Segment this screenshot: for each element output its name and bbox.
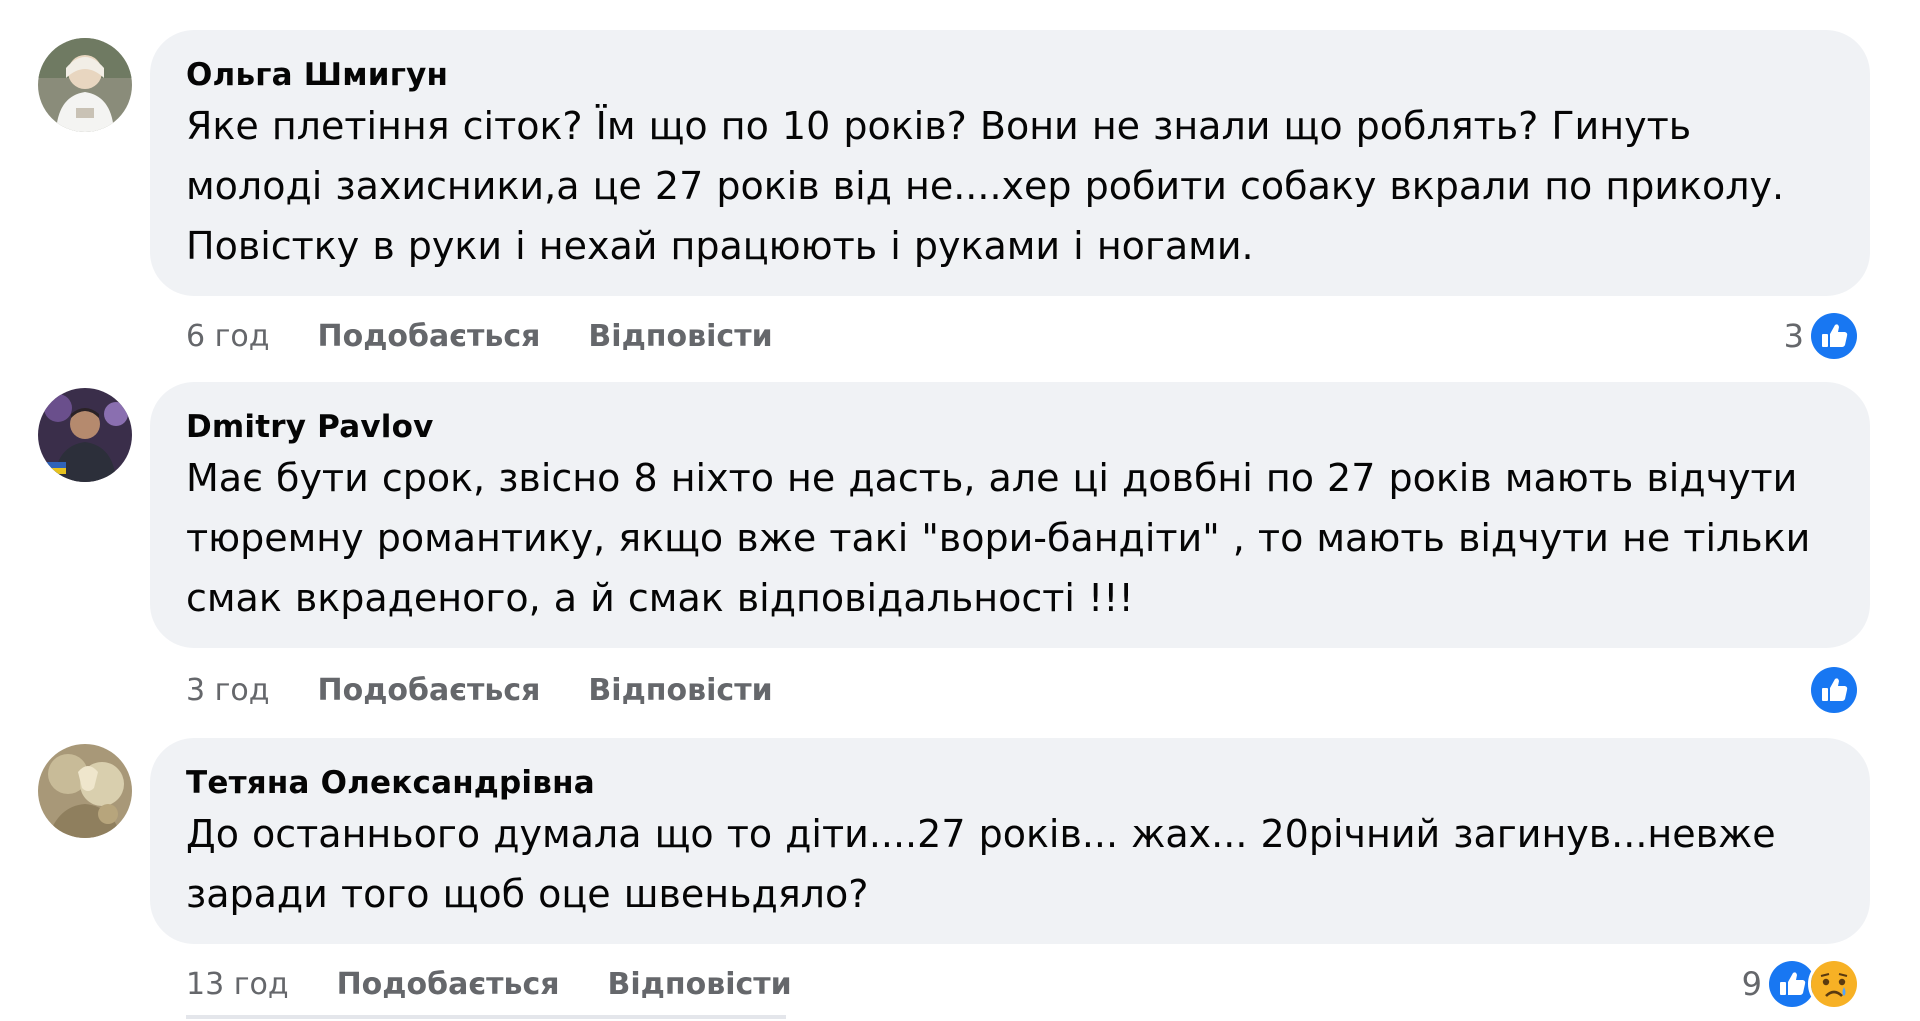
comment-timestamp[interactable]: 13 год xyxy=(186,967,289,1002)
comment-bubble: Ольга Шмигун Яке плетіння сіток? Їм що п… xyxy=(150,30,1870,296)
comment-text-line: Яке плетіння сіток? Їм що по 10 років? В… xyxy=(186,104,1692,148)
comment-actions: 6 год Подобається Відповісти xyxy=(186,314,821,358)
avatar[interactable] xyxy=(38,38,132,132)
comment-thread: Ольга Шмигун Яке плетіння сіток? Їм що п… xyxy=(0,0,1920,1021)
comment-author[interactable]: Dmitry Pavlov xyxy=(186,408,1834,446)
comment-actions: 13 год Подобається Відповісти xyxy=(186,962,840,1006)
comment-text-line: тюремну романтику, якщо вже такі "вори-б… xyxy=(186,516,1811,560)
comment-text-line: заради того щоб оце швеньдяло? xyxy=(186,872,869,916)
comment-actions: 3 год Подобається Відповісти xyxy=(186,668,821,712)
comment-text-line: До останнього думала що то діти....27 ро… xyxy=(186,812,1776,856)
comment-timestamp[interactable]: 3 год xyxy=(186,673,269,708)
reply-button[interactable]: Відповісти xyxy=(588,319,772,354)
comment-text-line: Має бути срок, звісно 8 ніхто не дасть, … xyxy=(186,456,1798,500)
comment-text-line: Повістку в руки і нехай працюють і рукам… xyxy=(186,224,1254,268)
comment-author[interactable]: Тетяна Олександрівна xyxy=(186,764,1834,802)
reaction-count: 3 xyxy=(1783,317,1804,355)
comment-text: До останнього думала що то діти....27 ро… xyxy=(186,804,1834,924)
sad-icon xyxy=(1808,958,1860,1010)
comment-text: Має бути срок, звісно 8 ніхто не дасть, … xyxy=(186,448,1834,628)
comment-timestamp[interactable]: 6 год xyxy=(186,319,269,354)
like-button[interactable]: Подобається xyxy=(317,319,540,354)
comment-author[interactable]: Ольга Шмигун xyxy=(186,56,1834,94)
reply-button[interactable]: Відповісти xyxy=(608,967,792,1002)
avatar[interactable] xyxy=(38,744,132,838)
divider xyxy=(186,1015,786,1019)
reply-button[interactable]: Відповісти xyxy=(588,673,772,708)
comment-text-line: молоді захисники,а це 27 років від не...… xyxy=(186,164,1785,208)
comment-text-line: смак вкраденого, а й смак відповідальнос… xyxy=(186,576,1134,620)
like-button[interactable]: Подобається xyxy=(337,967,560,1002)
reaction-count: 9 xyxy=(1741,965,1762,1003)
reaction-summary[interactable]: 9 xyxy=(1742,956,1860,1012)
like-icon xyxy=(1808,310,1860,362)
reaction-summary[interactable]: 3 xyxy=(1784,308,1860,364)
comment-bubble: Dmitry Pavlov Має бути срок, звісно 8 ні… xyxy=(150,382,1870,648)
comment-text: Яке плетіння сіток? Їм що по 10 років? В… xyxy=(186,96,1834,276)
like-button[interactable]: Подобається xyxy=(317,673,540,708)
like-icon xyxy=(1808,664,1860,716)
reaction-summary[interactable] xyxy=(1804,662,1860,718)
avatar[interactable] xyxy=(38,388,132,482)
comment-bubble: Тетяна Олександрівна До останнього думал… xyxy=(150,738,1870,944)
